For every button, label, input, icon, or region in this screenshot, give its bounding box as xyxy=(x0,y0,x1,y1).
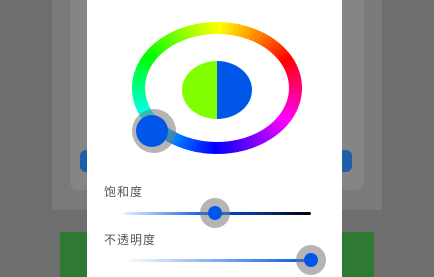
opacity-thumb[interactable] xyxy=(304,253,318,267)
color-picker-dialog: 饱和度 不透明度 xyxy=(87,0,342,277)
hue-wheel-area xyxy=(87,0,342,180)
hue-ring-segment xyxy=(212,22,218,35)
hue-handle[interactable] xyxy=(136,115,168,147)
opacity-track[interactable] xyxy=(124,259,311,262)
saturation-thumb[interactable] xyxy=(208,206,222,220)
opacity-label: 不透明度 xyxy=(104,233,157,247)
saturation-label: 饱和度 xyxy=(104,185,144,199)
hue-ring-svg xyxy=(132,22,302,154)
